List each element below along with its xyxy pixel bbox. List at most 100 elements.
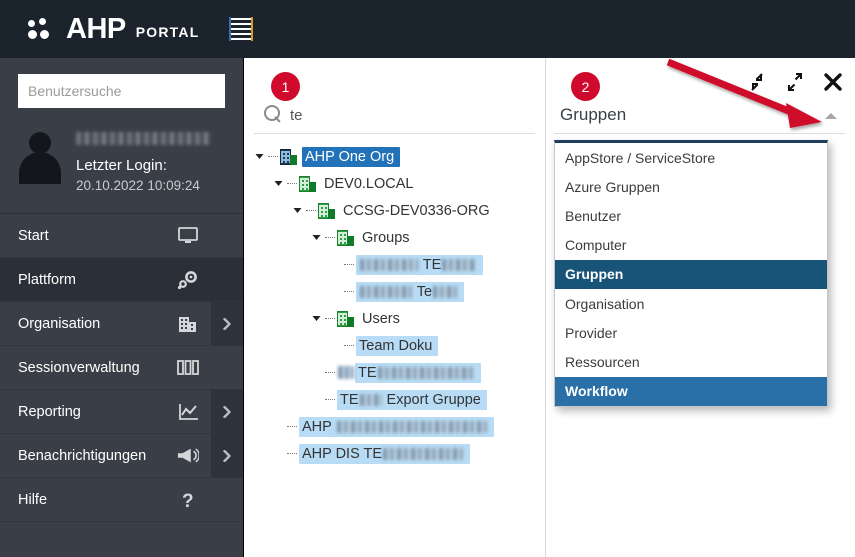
sidebar-item-label: Reporting xyxy=(18,403,81,420)
tree-node[interactable]: DEV0.LOCAL xyxy=(244,170,545,197)
tree-node[interactable]: TE xyxy=(244,251,545,278)
tree-node-label: TE xyxy=(356,254,484,275)
tree-panel: te AHP One Org DEV0.LOCAL CCSG-DEV0336-ORG… xyxy=(244,58,546,557)
tree-connector-line xyxy=(344,291,354,292)
tree-connector xyxy=(273,421,284,432)
window-buttons xyxy=(747,72,843,92)
tree-connector-line xyxy=(287,453,297,454)
caret-down-icon[interactable] xyxy=(311,232,322,243)
app-logo-subtitle: PORTAL xyxy=(135,24,200,40)
chevron-right-icon[interactable] xyxy=(211,302,243,345)
dropdown-option-azure-gruppen[interactable]: Azure Gruppen xyxy=(555,172,827,201)
dropdown-option-computer[interactable]: Computer xyxy=(555,231,827,260)
tree-node-label: AHP DIS TE xyxy=(299,443,471,464)
caret-down-icon[interactable] xyxy=(311,313,322,324)
tree-connector xyxy=(273,448,284,459)
dropdown-option-provider[interactable]: Provider xyxy=(555,318,827,347)
tree-connector-line xyxy=(325,237,335,238)
dropdown-selected-label[interactable]: Gruppen xyxy=(560,105,626,125)
tree-connector xyxy=(311,394,322,405)
monitor-icon xyxy=(177,226,199,246)
org-building-icon xyxy=(299,175,316,192)
tree-node[interactable]: AHP DIS TE xyxy=(244,440,545,467)
tree-connector-line xyxy=(287,426,297,427)
tree-node[interactable]: Groups xyxy=(244,224,545,251)
dropdown-option-organisation[interactable]: Organisation xyxy=(555,289,827,318)
dropdown-option-gruppen[interactable]: Gruppen xyxy=(555,259,827,289)
redacted-text xyxy=(360,285,412,298)
tree-node-text: AHP xyxy=(302,418,336,435)
redacted-text xyxy=(359,393,382,406)
columns-icon xyxy=(177,358,199,378)
dropdown-option-benutzer[interactable]: Benutzer xyxy=(555,201,827,230)
restore-down-icon[interactable] xyxy=(747,72,767,92)
tree-connector xyxy=(330,259,341,270)
tree-node-text: TE xyxy=(358,364,377,381)
svg-text:?: ? xyxy=(182,491,194,510)
last-login-value: 20.10.2022 10:09:24 xyxy=(76,178,200,193)
tree-node[interactable]: Team Doku xyxy=(244,332,545,359)
sidebar-item-organisation[interactable]: Organisation xyxy=(0,302,243,346)
sidebar-item-start[interactable]: Start xyxy=(0,214,243,258)
tree-node[interactable]: TE Export Gruppe xyxy=(244,386,545,413)
sidebar-item-label: Start xyxy=(18,227,49,244)
tree-node[interactable]: TE xyxy=(244,359,545,386)
close-icon[interactable] xyxy=(823,72,843,92)
redacted-text xyxy=(360,258,418,271)
sidebar-item-label: Sessionverwaltung xyxy=(18,359,140,376)
magnifier-icon xyxy=(264,105,282,123)
hamburger-menu-icon[interactable] xyxy=(229,17,254,41)
chevron-right-icon[interactable] xyxy=(211,434,243,477)
tree-connector xyxy=(330,286,341,297)
tree-node[interactable]: AHP One Org xyxy=(244,143,545,170)
dropdown-list: AppStore / ServiceStore Azure Gruppen Benu… xyxy=(554,140,828,407)
tree-node-label: TE Export Gruppe xyxy=(337,389,487,410)
tree-node-label: Groups xyxy=(362,229,410,246)
sidebar-item-plattform[interactable]: Plattform xyxy=(0,258,243,302)
tree-node[interactable]: Users xyxy=(244,305,545,332)
annotation-badge-2: 2 xyxy=(571,72,600,101)
caret-down-icon[interactable] xyxy=(254,151,265,162)
caret-down-icon[interactable] xyxy=(273,178,284,189)
tree-search-value[interactable]: te xyxy=(290,107,303,125)
chevron-right-icon[interactable] xyxy=(211,390,243,433)
redacted-text xyxy=(433,285,458,298)
building-icon xyxy=(177,314,199,334)
sidebar-item-label: Benachrichtigungen xyxy=(18,447,147,464)
sidebar-item-reporting[interactable]: Reporting xyxy=(0,390,243,434)
user-info-block: Letzter Login: 20.10.2022 10:09:24 xyxy=(0,108,243,214)
org-building-icon xyxy=(337,310,354,327)
dropdown-option-appstore-servicestore[interactable]: AppStore / ServiceStore xyxy=(555,143,827,172)
last-login-label: Letzter Login: xyxy=(76,157,167,174)
tree-connector-line xyxy=(287,183,297,184)
tree-connector-line xyxy=(268,156,278,157)
four-dots-logo-icon xyxy=(28,18,58,40)
group-icon-blurred xyxy=(338,366,354,379)
tree-node-label: TE xyxy=(355,362,481,383)
tree-node[interactable]: AHP xyxy=(244,413,545,440)
app-window: AHP PORTAL Letzter Login: 20.10.2022 10:… xyxy=(0,0,855,557)
tree-node-text: Export Gruppe xyxy=(382,391,481,408)
tree-node[interactable]: CCSG-DEV0336-ORG xyxy=(244,197,545,224)
tree-node-text: Te xyxy=(416,283,433,300)
sidebar-item-sessionverwaltung[interactable]: Sessionverwaltung xyxy=(0,346,243,390)
caret-up-icon[interactable] xyxy=(825,113,837,119)
tree-connector-line xyxy=(325,318,335,319)
tree-node-label: CCSG-DEV0336-ORG xyxy=(343,202,490,219)
tree-node-label: AHP xyxy=(299,416,494,437)
tree-node[interactable]: Te xyxy=(244,278,545,305)
sidebar-item-hilfe[interactable]: Hilfe? xyxy=(0,478,243,522)
maximize-icon[interactable] xyxy=(785,72,805,92)
megaphone-icon xyxy=(177,446,199,466)
caret-down-icon[interactable] xyxy=(292,205,303,216)
chart-icon xyxy=(177,402,199,422)
search-input[interactable] xyxy=(18,74,225,108)
dropdown-option-workflow[interactable]: Workflow xyxy=(555,376,827,406)
dropdown-option-ressourcen[interactable]: Ressourcen xyxy=(555,347,827,376)
sidebar-item-benachrichtigungen[interactable]: Benachrichtigungen xyxy=(0,434,243,478)
tree-node-text: AHP DIS TE xyxy=(302,445,383,462)
tree-connector xyxy=(311,367,322,378)
sidebar-nav: Start Plattform Organisation Sessionverwalt… xyxy=(0,214,243,522)
org-building-icon xyxy=(318,202,335,219)
tree-connector-line xyxy=(344,264,354,265)
